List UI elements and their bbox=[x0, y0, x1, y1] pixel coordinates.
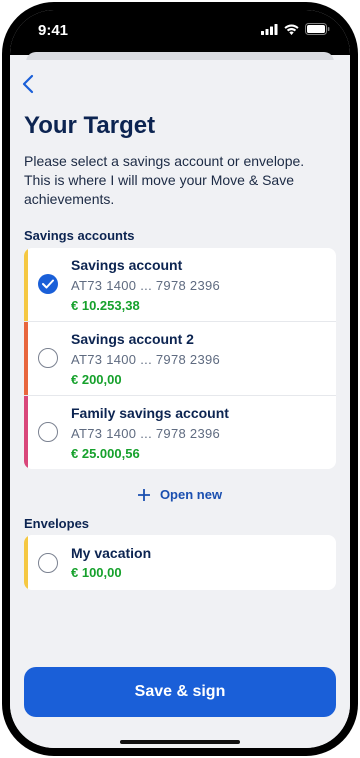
envelopes-section-label: Envelopes bbox=[24, 516, 90, 531]
target-sheet: Your Target Please select a savings acco… bbox=[10, 60, 350, 748]
account-balance: € 25.000,56 bbox=[71, 446, 140, 461]
account-accent-bar bbox=[24, 322, 28, 395]
home-indicator bbox=[120, 740, 240, 744]
signal-icon bbox=[261, 23, 278, 35]
back-button[interactable] bbox=[16, 72, 40, 96]
savings-account-row[interactable]: Family savings account AT73 1400 ... 797… bbox=[24, 396, 336, 469]
envelope-balance: € 100,00 bbox=[71, 565, 122, 580]
status-time: 9:41 bbox=[38, 22, 69, 39]
envelopes-card: My vacation € 100,00 bbox=[24, 535, 336, 590]
savings-account-row[interactable]: Savings account AT73 1400 ... 7978 2396 … bbox=[24, 248, 336, 322]
envelope-row[interactable]: My vacation € 100,00 bbox=[24, 535, 336, 590]
savings-accounts-card: Savings account AT73 1400 ... 7978 2396 … bbox=[24, 248, 336, 469]
battery-icon bbox=[305, 23, 330, 35]
account-name: Family savings account bbox=[71, 405, 229, 421]
chevron-left-icon bbox=[22, 74, 34, 94]
save-sign-button[interactable]: Save & sign bbox=[24, 667, 336, 717]
savings-section-label: Savings accounts bbox=[24, 228, 135, 243]
status-bar: 9:41 bbox=[10, 10, 350, 55]
page-title: Your Target bbox=[24, 112, 156, 139]
open-new-label: Open new bbox=[159, 487, 223, 502]
radio-unchecked[interactable] bbox=[38, 422, 58, 442]
savings-account-row[interactable]: Savings account 2 AT73 1400 ... 7978 239… bbox=[24, 322, 336, 396]
account-accent-bar bbox=[24, 396, 28, 469]
check-icon bbox=[42, 279, 54, 289]
account-iban: AT73 1400 ... 7978 2396 bbox=[71, 426, 221, 441]
open-new-button[interactable]: Open new bbox=[10, 487, 350, 502]
account-accent-bar bbox=[24, 248, 28, 321]
radio-unchecked[interactable] bbox=[38, 348, 58, 368]
wifi-icon bbox=[284, 24, 299, 35]
phone-frame: 9:41 Your Target Please select a savings… bbox=[2, 2, 358, 756]
screen: 9:41 Your Target Please select a savings… bbox=[10, 10, 350, 748]
account-balance: € 200,00 bbox=[71, 372, 122, 387]
account-iban: AT73 1400 ... 7978 2396 bbox=[71, 352, 221, 367]
account-name: Savings account bbox=[71, 257, 183, 273]
page-subtitle: Please select a savings account or envel… bbox=[24, 153, 305, 207]
envelope-accent-bar bbox=[24, 535, 28, 590]
plus-icon bbox=[137, 488, 150, 501]
radio-unchecked[interactable] bbox=[38, 553, 58, 573]
account-balance: € 10.253,38 bbox=[71, 298, 140, 313]
envelope-name: My vacation bbox=[71, 545, 152, 561]
account-name: Savings account 2 bbox=[71, 331, 194, 347]
radio-checked[interactable] bbox=[38, 274, 58, 294]
account-iban: AT73 1400 ... 7978 2396 bbox=[71, 278, 221, 293]
status-icons bbox=[261, 23, 330, 35]
